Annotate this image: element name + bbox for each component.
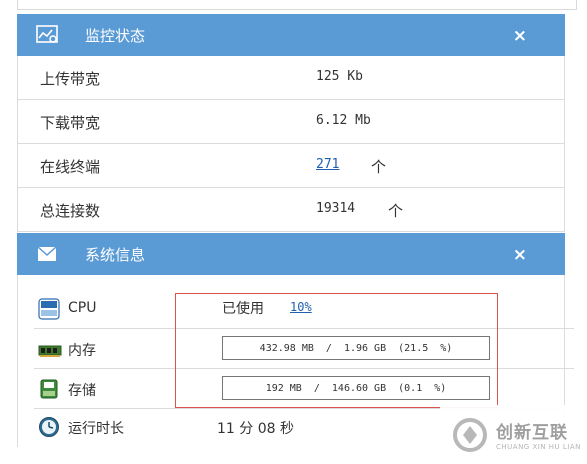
watermark-logo-icon: [452, 417, 488, 453]
monitor-panel-title: 监控状态: [85, 26, 146, 45]
memory-row: 内存 432.98 MB / 1.96 GB (21.5 %): [34, 330, 574, 369]
system-panel-title: 系统信息: [85, 245, 146, 264]
monitor-panel-header: 监控状态 ×: [17, 14, 565, 56]
storage-row: 存储 192 MB / 146.60 GB (0.1 %): [34, 370, 574, 409]
total-connections-value: 19314: [316, 201, 356, 216]
watermark: 创新互联 CHUANG XIN HU LIAN: [440, 405, 587, 464]
upload-bandwidth-value: 125 Kb: [316, 69, 363, 84]
online-terminals-unit: 个: [371, 158, 387, 176]
online-terminals-row: 在线终端 271 个: [18, 144, 564, 188]
memory-label: 内存: [68, 343, 96, 359]
top-panel-edge: [17, 0, 577, 10]
storage-usage-bar: 192 MB / 146.60 GB (0.1 %): [222, 376, 490, 400]
upload-bandwidth-label: 上传带宽: [40, 70, 101, 88]
total-connections-unit: 个: [388, 202, 404, 220]
uptime-value: 11 分 08 秒: [217, 421, 294, 437]
download-bandwidth-value: 6.12 Mb: [316, 113, 371, 128]
cpu-used-label: 已使用: [222, 301, 264, 317]
memory-usage-bar: 432.98 MB / 1.96 GB (21.5 %): [222, 336, 490, 360]
upload-bandwidth-row: 上传带宽 125 Kb: [18, 56, 564, 100]
system-panel-header: 系统信息 ×: [17, 233, 565, 275]
watermark-en: CHUANG XIN HU LIAN: [496, 443, 581, 451]
envelope-icon: [35, 242, 59, 266]
cpu-usage-link[interactable]: 10%: [290, 300, 312, 314]
storage-label: 存储: [68, 383, 96, 399]
system-close-icon[interactable]: ×: [513, 245, 527, 265]
chart-icon: [35, 23, 59, 47]
cpu-label: CPU: [68, 300, 97, 316]
cpu-row: CPU 已使用 10%: [34, 290, 574, 329]
monitor-list: 上传带宽 125 Kb 下载带宽 6.12 Mb 在线终端 271 个 总连接数…: [17, 56, 565, 232]
disk-icon: [38, 378, 60, 400]
download-bandwidth-row: 下载带宽 6.12 Mb: [18, 100, 564, 144]
uptime-label: 运行时长: [68, 421, 124, 437]
clock-icon: [38, 416, 60, 438]
total-connections-row: 总连接数 19314 个: [18, 188, 564, 232]
monitor-close-icon[interactable]: ×: [513, 26, 527, 46]
watermark-cn: 创新互联: [496, 423, 568, 443]
online-terminals-link[interactable]: 271: [316, 157, 339, 172]
ram-icon: [38, 338, 62, 360]
intel-atom-icon: [38, 298, 60, 320]
total-connections-label: 总连接数: [40, 202, 101, 220]
download-bandwidth-label: 下载带宽: [40, 114, 101, 132]
online-terminals-label: 在线终端: [40, 158, 101, 176]
